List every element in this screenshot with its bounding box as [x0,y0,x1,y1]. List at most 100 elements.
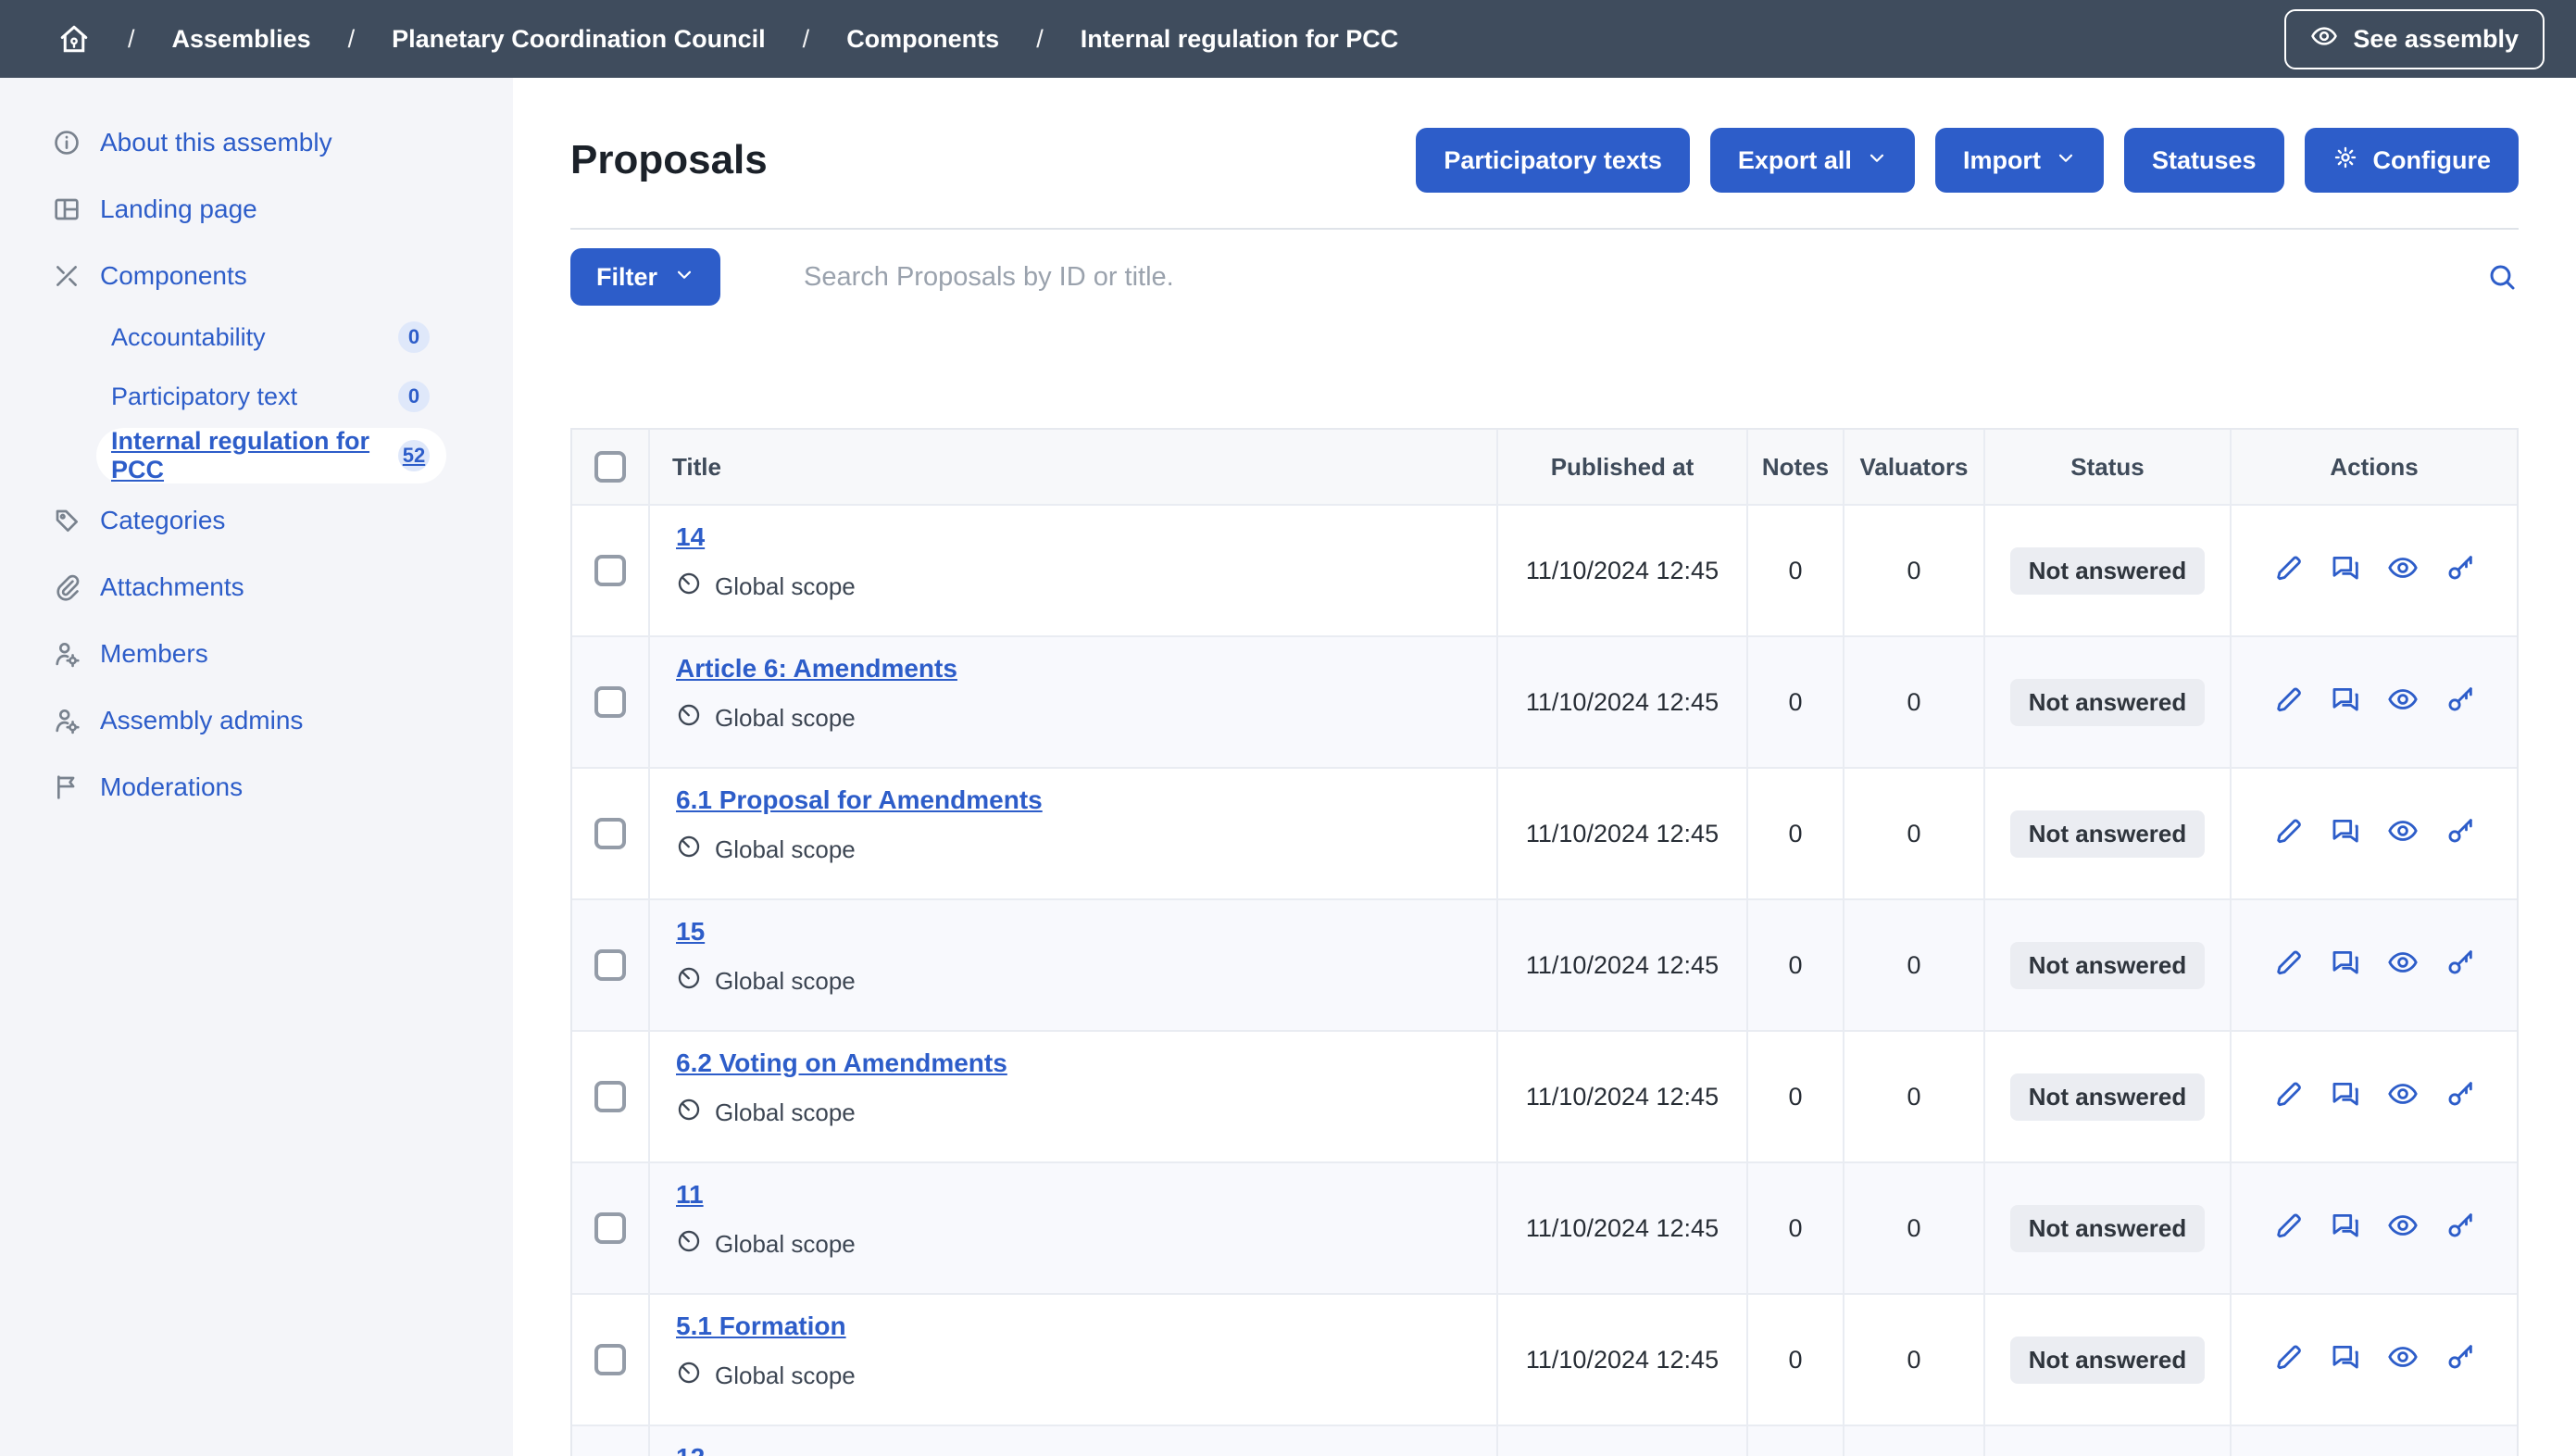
preview-button[interactable] [2387,552,2419,590]
header-divider [570,228,2519,230]
answer-proposal-button[interactable] [2330,1078,2361,1116]
proposal-title-link[interactable]: 5.1 Formation [676,1312,846,1341]
scope-line: Global scope [676,702,856,734]
sidebar-subitem-accountability[interactable]: Accountability 0 [96,309,446,365]
globe-icon [676,965,702,998]
preview-button[interactable] [2387,1078,2419,1116]
key-icon [2445,1078,2476,1116]
answer-proposal-button[interactable] [2330,684,2361,722]
breadcrumb-components[interactable]: Components [846,25,999,54]
sidebar-item-label: Assembly admins [100,706,303,735]
answer-proposal-button[interactable] [2330,815,2361,853]
status-cell: Not answered [1985,1426,2232,1456]
valuators-count: 0 [1844,900,1985,1030]
valuators-count: 0 [1844,1426,1985,1456]
preview-button[interactable] [2387,684,2419,722]
chevron-down-icon [2056,146,2076,175]
row-checkbox[interactable] [594,555,626,586]
breadcrumb-assemblies[interactable]: Assemblies [172,25,311,54]
row-checkbox-cell [572,1295,650,1425]
select-all-checkbox[interactable] [594,451,626,483]
edit-button[interactable] [2272,684,2304,722]
sidebar-item-about[interactable]: About this assembly [0,109,513,176]
answer-proposal-button[interactable] [2330,1341,2361,1379]
sidebar-item-landing-page[interactable]: Landing page [0,176,513,243]
permissions-button[interactable] [2445,552,2476,590]
key-icon [2445,1210,2476,1248]
import-button[interactable]: Import [1935,128,2104,193]
sidebar-item-components[interactable]: Components [0,243,513,309]
status-badge: Not answered [2010,1073,2206,1121]
permissions-button[interactable] [2445,684,2476,722]
sidebar-subitem-participatory-text[interactable]: Participatory text 0 [96,369,446,424]
sidebar-item-members[interactable]: Members [0,621,513,687]
scope-label: Global scope [715,704,856,733]
permissions-button[interactable] [2445,1341,2476,1379]
edit-button[interactable] [2272,1210,2304,1248]
edit-button[interactable] [2272,1341,2304,1379]
permissions-button[interactable] [2445,1210,2476,1248]
edit-button[interactable] [2272,552,2304,590]
answer-proposal-button[interactable] [2330,947,2361,985]
notes-count: 0 [1748,769,1844,898]
home-icon[interactable] [57,22,91,56]
row-checkbox[interactable] [594,1212,626,1244]
sidebar-item-label: Moderations [100,772,243,802]
edit-button[interactable] [2272,1078,2304,1116]
proposal-title-link[interactable]: 15 [676,917,705,947]
participatory-texts-button[interactable]: Participatory texts [1416,128,1690,193]
edit-button[interactable] [2272,815,2304,853]
row-checkbox[interactable] [594,686,626,718]
answer-proposal-button[interactable] [2330,552,2361,590]
status-cell: Not answered [1985,1295,2232,1425]
breadcrumb-current-component[interactable]: Internal regulation for PCC [1081,25,1399,54]
configure-button[interactable]: Configure [2305,128,2520,193]
row-checkbox[interactable] [594,818,626,849]
filter-button[interactable]: Filter [570,248,720,306]
proposal-title-link[interactable]: 14 [676,522,705,552]
preview-button[interactable] [2387,947,2419,985]
edit-button[interactable] [2272,947,2304,985]
proposal-title-link[interactable]: 11 [676,1180,704,1210]
sidebar-item-label: About this assembly [100,128,332,157]
proposal-title-link[interactable]: Article 6: Amendments [676,654,957,684]
globe-icon [676,571,702,603]
proposal-title-link[interactable]: 6.2 Voting on Amendments [676,1048,1007,1078]
row-checkbox[interactable] [594,1081,626,1112]
export-all-button[interactable]: Export all [1710,128,1915,193]
sidebar-item-attachments[interactable]: Attachments [0,554,513,621]
breadcrumb-assembly-name[interactable]: Planetary Coordination Council [392,25,766,54]
proposal-title-link[interactable]: 6.1 Proposal for Amendments [676,785,1043,815]
row-checkbox[interactable] [594,1344,626,1375]
row-checkbox-cell [572,1032,650,1161]
pencil-icon [2272,684,2304,722]
proposal-title-link[interactable]: 12 [676,1443,705,1456]
notes-count: 0 [1748,1032,1844,1161]
row-title-cell: 6.1 Proposal for Amendments Global scope [650,769,1498,898]
chat-icon [2330,684,2361,722]
valuators-count: 0 [1844,1295,1985,1425]
pencil-icon [2272,815,2304,853]
table-row: 5.1 Formation Global scope 11/10/2024 12… [572,1293,2517,1425]
sidebar-item-assembly-admins[interactable]: Assembly admins [0,687,513,754]
permissions-button[interactable] [2445,815,2476,853]
valuators-count: 0 [1844,1163,1985,1293]
preview-button[interactable] [2387,1210,2419,1248]
statuses-button[interactable]: Statuses [2124,128,2284,193]
search-input[interactable] [720,260,2485,295]
sidebar-item-moderations[interactable]: Moderations [0,754,513,821]
answer-proposal-button[interactable] [2330,1210,2361,1248]
preview-button[interactable] [2387,1341,2419,1379]
preview-button[interactable] [2387,815,2419,853]
sidebar-item-categories[interactable]: Categories [0,487,513,554]
row-checkbox[interactable] [594,949,626,981]
permissions-button[interactable] [2445,1078,2476,1116]
published-at-cell: 11/10/2024 12:45 [1498,769,1748,898]
breadcrumb-separator: / [803,25,810,54]
sidebar-subitem-internal-regulation[interactable]: Internal regulation for PCC 52 [96,428,446,483]
row-checkbox-cell [572,637,650,767]
search-icon[interactable] [2485,260,2519,294]
row-checkbox-cell [572,1426,650,1456]
see-assembly-button[interactable]: See assembly [2284,9,2545,69]
permissions-button[interactable] [2445,947,2476,985]
